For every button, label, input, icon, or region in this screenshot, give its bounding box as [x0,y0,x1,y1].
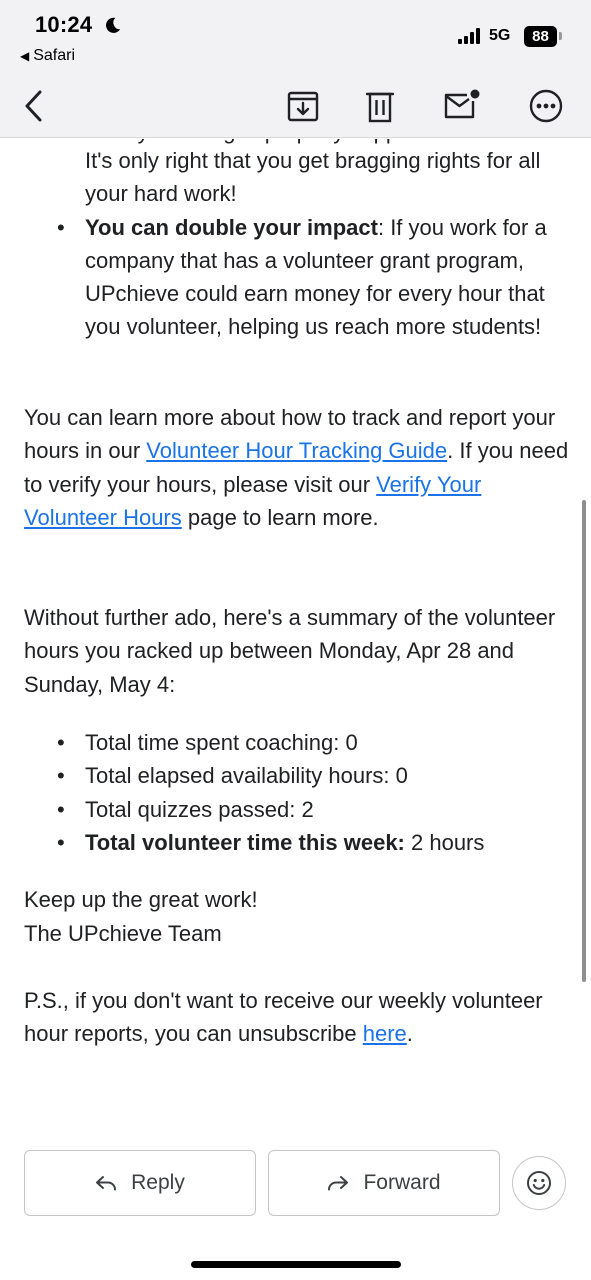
clock: 10:24 [35,12,93,37]
list-item: Total volunteer time this week: 2 hours [57,826,565,860]
coaching-total: Total time spent coaching: 0 [85,730,358,755]
list-item: You can double your impact: If you work … [57,211,565,344]
archive-button[interactable] [283,86,323,126]
email-body: Earn your badges properly supported It's… [0,139,591,1280]
back-button[interactable] [14,86,54,126]
reply-icon [96,1176,117,1191]
mark-unread-icon [444,89,480,119]
back-triangle-icon: ◀ [20,49,30,63]
unsubscribe-link[interactable]: here [363,1021,407,1046]
list-item: It's only right that you get bragging ri… [85,144,565,211]
list-item: Total elapsed availability hours: 0 [57,759,565,793]
battery-level: 88 [532,28,549,45]
emoji-reaction-button[interactable] [512,1156,566,1210]
trash-icon [365,92,395,123]
forward-label: Forward [363,1171,441,1194]
bullet-continuation: It's only right that you get bragging ri… [85,148,541,207]
email-toolbar [0,72,591,138]
signoff-line-2: The UPchieve Team [24,921,222,946]
ps-text: P.S., if you don't want to receive our w… [24,988,543,1047]
battery-icon: 88 [524,26,557,47]
home-indicator[interactable] [191,1261,401,1268]
summary-intro-paragraph: Without further ado, here's a summary of… [24,605,556,697]
tracking-paragraph: You can learn more about how to track an… [24,401,569,534]
back-to-app-link[interactable]: ◀ Safari [20,47,75,65]
smiley-icon [527,1171,551,1195]
tracking-guide-link[interactable]: Volunteer Hour Tracking Guide [146,438,447,463]
list-item: Total quizzes passed: 2 [57,793,565,827]
availability-total: Total elapsed availability hours: 0 [85,763,408,789]
delete-button[interactable] [360,86,400,126]
focus-moon-icon [106,17,121,33]
battery-tip [559,32,562,40]
archive-icon [287,91,319,122]
status-bar: 10:24 ◀ Safari 5G 88 [0,0,591,72]
back-chevron-icon [25,90,42,122]
more-icon [529,89,563,123]
para1-text-c: page to learn more. [181,504,379,530]
forward-button[interactable]: Forward [268,1150,500,1216]
reply-label: Reply [131,1171,185,1194]
reply-button[interactable]: Reply [24,1150,256,1216]
scrollbar[interactable] [582,500,586,982]
back-app-label: Safari [33,47,76,64]
mark-unread-button[interactable] [442,86,482,126]
ps-end: . [406,1021,413,1047]
benefits-list: It's only right that you get bragging ri… [57,144,565,344]
volunteer-time-label: Total volunteer time this week: [85,829,405,855]
quizzes-total: Total quizzes passed: 2 [85,796,314,822]
list-item: Total time spent coaching: 0 [57,726,565,760]
forward-icon [328,1176,349,1191]
network-type: 5G [489,27,511,44]
summary-list: Total time spent coaching: 0 Total elaps… [57,726,565,860]
cellular-signal-icon [458,28,480,44]
ps-paragraph: P.S., if you don't want to receive our w… [24,984,569,1051]
volunteer-time-value: 2 hours [404,829,485,855]
impact-heading: You can double your impact [85,214,378,240]
more-options-button[interactable] [526,86,566,126]
signoff-line-1: Keep up the great work! [24,887,258,912]
